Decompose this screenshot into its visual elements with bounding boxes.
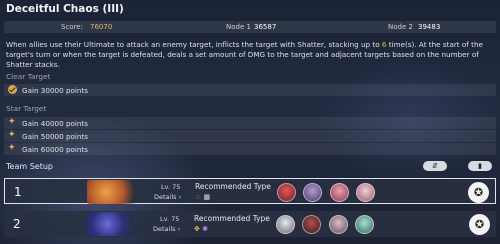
clear-target-text: Gain 30000 points [22, 86, 89, 95]
node1-value: 36587 [254, 23, 277, 31]
star-icon: ✦ [8, 130, 16, 140]
description-text: When allies use their Ultimate to attack… [6, 40, 382, 49]
star-target-row: ✦ Gain 60000 points [4, 143, 496, 155]
star-target-text: Gain 60000 points [22, 145, 89, 154]
character-avatar[interactable] [355, 215, 374, 234]
character-avatar[interactable] [329, 215, 348, 234]
team-details-link[interactable]: Details › [153, 225, 180, 233]
node2-label: Node 2 [388, 23, 413, 31]
team-leader-portrait [87, 180, 135, 204]
recommended-types: ♨ ▦ [195, 193, 210, 201]
team-details-link[interactable]: Details › [154, 193, 181, 201]
character-avatar[interactable] [356, 183, 375, 202]
swap-teams-button[interactable]: ⇵ [423, 161, 447, 171]
play-star-icon: ✪ [474, 218, 485, 231]
recommended-type-label: Recommended Type [194, 214, 270, 223]
star-target-row: ✦ Gain 40000 points [4, 117, 496, 129]
clear-target-row: Gain 30000 points [4, 84, 496, 96]
star-target-row: ✦ Gain 50000 points [4, 130, 496, 142]
details-label: Details [153, 225, 176, 233]
team-number: 2 [13, 217, 21, 231]
start-battle-button[interactable]: ✪ [469, 214, 490, 235]
team-setup-label: Team Setup [6, 162, 53, 171]
play-star-icon: ✪ [473, 186, 484, 199]
character-avatar[interactable] [303, 183, 322, 202]
team-leader-portrait [86, 212, 134, 236]
character-avatar[interactable] [330, 183, 349, 202]
chevron-right-icon: › [177, 225, 181, 233]
character-avatar[interactable] [277, 183, 296, 202]
team-row-1[interactable]: 1 Lv. 75 Details › Recommended Type ♨ ▦ … [4, 178, 496, 204]
team-level: Lv. 75 [160, 215, 180, 223]
team-level: Lv. 75 [161, 183, 181, 191]
details-label: Details [154, 193, 177, 201]
recommended-type-label: Recommended Type [195, 182, 271, 191]
star-target-text: Gain 40000 points [22, 119, 89, 128]
check-icon [8, 85, 17, 94]
page-title: Deceitful Chaos (III) [6, 3, 124, 15]
node1-label: Node 1 [226, 23, 251, 31]
lightning-icon: ✺ [202, 225, 208, 233]
star-icon: ✦ [8, 143, 16, 153]
stage-description: When allies use their Ultimate to attack… [6, 40, 496, 70]
start-battle-button[interactable]: ✪ [468, 182, 489, 203]
imaginary-icon: ✥ [194, 225, 200, 233]
score-strip: Score: 76070 Node 1 36587 Node 2 39483 [4, 21, 496, 33]
quantum-icon: ▦ [203, 193, 211, 201]
chevron-right-icon: › [178, 193, 182, 201]
team-number: 1 [14, 185, 22, 199]
score-label: Score: [61, 23, 83, 31]
team-row-2[interactable]: 2 Lv. 75 Details › Recommended Type ✥ ✺ … [4, 211, 496, 237]
clear-target-label: Clear Target [6, 72, 51, 81]
character-avatar[interactable] [302, 215, 321, 234]
character-avatar[interactable] [276, 215, 295, 234]
score-value: 76070 [90, 23, 113, 31]
star-target-text: Gain 50000 points [22, 132, 89, 141]
recommended-types: ✥ ✺ [194, 225, 208, 233]
star-icon: ✦ [8, 117, 16, 127]
team-option-button[interactable]: ▮ [468, 161, 492, 171]
node2-value: 39483 [418, 23, 441, 31]
fire-icon: ♨ [195, 193, 202, 201]
star-target-label: Star Target [6, 104, 47, 113]
